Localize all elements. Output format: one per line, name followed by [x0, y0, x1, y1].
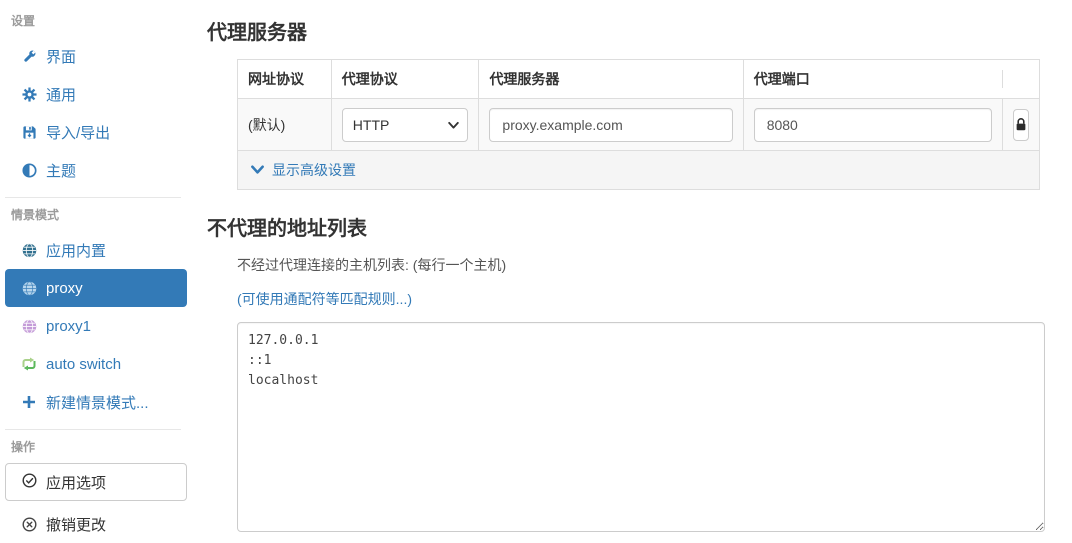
sidebar-item-label: 主题 [46, 162, 77, 180]
proxy-servers-table: 网址协议 代理协议 代理服务器 代理端口 (默认) HTTP proxy.exa… [237, 59, 1040, 190]
x-circle-icon [21, 517, 37, 532]
chevron-down-icon [251, 165, 264, 175]
auth-lock-button[interactable] [1012, 108, 1029, 141]
wildcard-rules-link[interactable]: (可使用通配符等匹配规则...) [237, 289, 412, 309]
sidebar-item-import-export[interactable]: 导入/导出 [5, 113, 187, 151]
sidebar-item-label: proxy [46, 279, 83, 297]
sidebar-item-general[interactable]: 通用 [5, 75, 187, 113]
discard-changes-label: 撤销更改 [46, 516, 107, 534]
sidebar: 设置 界面 通用 导入/导出 主题 情景模式 应用内置 proxy proxy1… [0, 0, 187, 535]
options-page: 设置 界面 通用 导入/导出 主题 情景模式 应用内置 proxy proxy1… [0, 0, 1072, 535]
column-header-protocol: 代理协议 [330, 60, 479, 98]
discard-changes-button[interactable]: 撤销更改 [5, 505, 187, 543]
column-header-server: 代理服务器 [478, 60, 742, 98]
globe-icon [21, 280, 37, 296]
plus-icon [21, 395, 37, 409]
apply-options-button[interactable]: 应用选项 [5, 463, 187, 501]
show-advanced-link[interactable]: 显示高级设置 [251, 160, 356, 180]
sidebar-item-new-profile[interactable]: 新建情景模式... [5, 383, 187, 421]
proxy-port-input[interactable] [753, 107, 992, 142]
proxy-server-input[interactable] [489, 107, 733, 142]
protocol-select[interactable]: HTTP [341, 107, 469, 142]
sidebar-item-profile-auto-switch[interactable]: auto switch [5, 345, 187, 383]
column-header-scheme: 网址协议 [248, 71, 304, 87]
sidebar-item-theme[interactable]: 主题 [5, 151, 187, 189]
sidebar-item-label: 通用 [46, 86, 77, 104]
wrench-icon [21, 49, 37, 64]
table-footer: 显示高级设置 [238, 150, 1039, 189]
table-header-row: 网址协议 代理协议 代理服务器 代理端口 [238, 60, 1039, 98]
sidebar-item-label: auto switch [46, 355, 122, 373]
lock-icon [1014, 117, 1028, 132]
sidebar-item-label: 界面 [46, 48, 77, 66]
sidebar-item-interface[interactable]: 界面 [5, 37, 187, 75]
sidebar-divider [5, 429, 181, 430]
sidebar-section-label-settings: 设置 [11, 14, 36, 28]
sidebar-divider [5, 197, 181, 198]
column-header-auth [1002, 70, 1039, 88]
scheme-default-label: (默认) [248, 116, 286, 133]
apply-options-label: 应用选项 [46, 474, 107, 492]
retweet-icon [21, 357, 37, 371]
contrast-icon [21, 162, 37, 178]
save-icon [21, 125, 37, 140]
sidebar-item-label: 应用内置 [46, 242, 107, 260]
sidebar-item-builtin-profiles[interactable]: 应用内置 [5, 231, 187, 269]
sidebar-item-label: 新建情景模式... [46, 394, 149, 412]
gear-icon [21, 86, 37, 102]
globe-icon [21, 242, 37, 258]
bypass-list-title: 不代理的地址列表 [207, 218, 367, 240]
bypass-list-description: 不经过代理连接的主机列表: (每行一个主机) [237, 257, 507, 273]
sidebar-section-label-profiles: 情景模式 [11, 208, 60, 222]
sidebar-section-label-actions: 操作 [11, 440, 36, 454]
sidebar-item-label: 导入/导出 [46, 124, 111, 142]
sidebar-item-label: proxy1 [46, 317, 92, 335]
proxy-servers-title: 代理服务器 [207, 22, 307, 44]
show-advanced-label: 显示高级设置 [272, 162, 356, 178]
check-circle-icon [22, 473, 37, 492]
column-header-port: 代理端口 [742, 60, 1002, 98]
globe-icon [21, 318, 37, 334]
main-content: 代理服务器 网址协议 代理协议 代理服务器 代理端口 (默认) HTTP pro… [187, 0, 1072, 535]
sidebar-item-profile-proxy1[interactable]: proxy1 [5, 307, 187, 345]
bypass-list-textarea[interactable]: 127.0.0.1 ::1 localhost [237, 322, 1045, 532]
table-row: (默认) HTTP [238, 98, 1039, 150]
sidebar-item-profile-proxy[interactable]: proxy [5, 269, 187, 307]
